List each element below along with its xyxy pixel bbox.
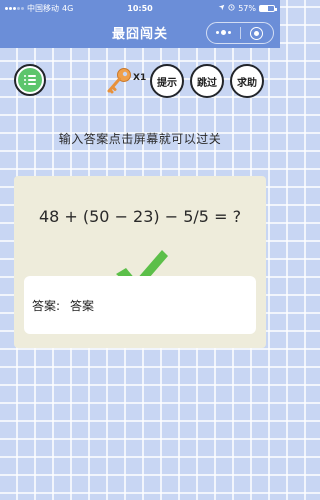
key-icon: [104, 66, 134, 96]
answer-value: 答案: [70, 298, 95, 313]
alarm-icon: [228, 3, 235, 13]
more-button[interactable]: [207, 23, 240, 43]
page-title: 最囧闯关: [111, 26, 168, 42]
equation-text: 48 + (50 − 23) − 5/5 = ?: [38, 207, 242, 226]
mini-program-capsule: [206, 22, 274, 44]
menu-button[interactable]: [14, 64, 46, 96]
answer-box[interactable]: 答案: 答案: [24, 276, 256, 334]
carrier-name: 中国移动: [27, 3, 59, 13]
location-icon: [218, 4, 225, 13]
signal-icon: [5, 6, 24, 10]
nav-bar: 最囧闯关: [0, 16, 280, 48]
more-icon: [215, 30, 231, 35]
answer-label: 答案:: [32, 298, 61, 313]
status-left: 中国移动 4G: [5, 3, 105, 14]
status-bar: 中国移动 4G 10:50 57%: [0, 0, 280, 16]
instruction-text: 输入答案点击屏幕就可以过关: [58, 132, 222, 146]
target-icon: [250, 26, 264, 40]
menu-icon: [18, 68, 42, 92]
close-button[interactable]: [241, 23, 274, 43]
question-card[interactable]: 48 + (50 − 23) − 5/5 = ? 答案: 答案: [14, 176, 266, 348]
battery-icon: [259, 4, 277, 12]
skip-button[interactable]: 跳过: [190, 64, 224, 98]
network-type: 4G: [62, 3, 74, 13]
help-button[interactable]: 求助: [230, 64, 264, 98]
status-time: 10:50: [127, 3, 153, 13]
status-right: 57%: [175, 3, 277, 13]
key-count: X1: [133, 73, 147, 83]
battery-percent: 57%: [238, 3, 256, 13]
hint-button[interactable]: 提示: [150, 64, 184, 98]
